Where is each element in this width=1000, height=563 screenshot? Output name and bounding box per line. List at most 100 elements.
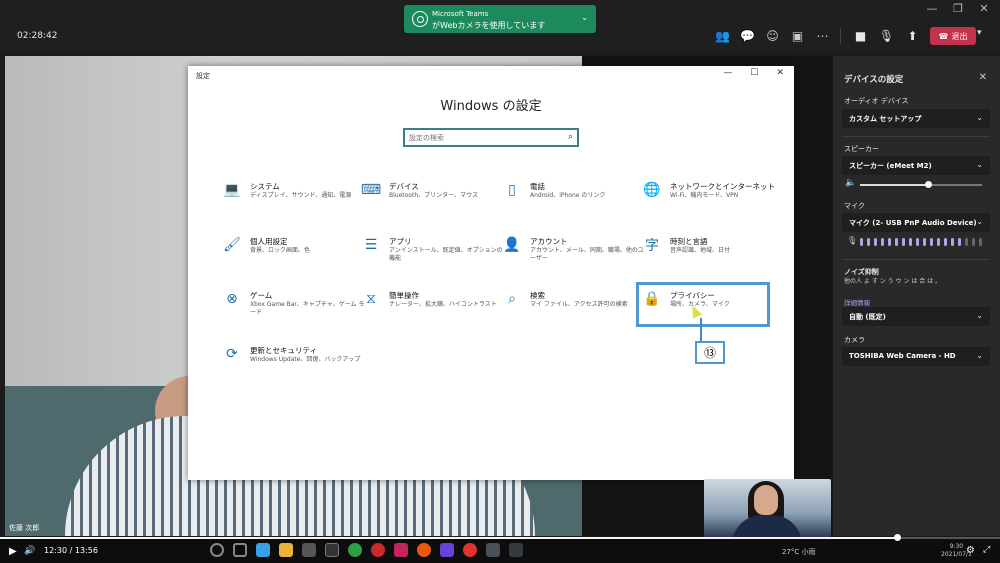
mic-level-bar xyxy=(923,238,926,246)
app-icon[interactable] xyxy=(463,543,477,557)
app-icon[interactable] xyxy=(325,543,339,557)
mic-level-bar xyxy=(902,238,905,246)
mic-level-bar xyxy=(867,238,870,246)
tile-update-security[interactable]: ⟳ 更新とセキュリティ Windows Update、回復、バックアップ xyxy=(222,344,362,384)
settings-search-input[interactable] xyxy=(409,131,559,144)
audio-device-select[interactable]: カスタム セットアップ ⌄ xyxy=(842,109,990,128)
edge-icon[interactable] xyxy=(256,543,270,557)
slider-knob[interactable] xyxy=(925,181,933,188)
search-icon: ⌕ xyxy=(567,132,573,142)
chrome-icon[interactable] xyxy=(348,543,362,557)
play-icon[interactable]: ▶ xyxy=(9,546,17,557)
app-icon[interactable] xyxy=(486,543,500,557)
speaker-label: スピーカー xyxy=(844,145,879,153)
leave-options-chevron-icon[interactable]: ▾ xyxy=(977,28,982,38)
mic-level-bar xyxy=(944,238,947,246)
tile-title: 更新とセキュリティ xyxy=(250,346,318,355)
firefox-icon[interactable] xyxy=(417,543,431,557)
chevron-down-icon: ⌄ xyxy=(976,351,983,360)
tile-system[interactable]: 💻 システム ディスプレイ、サウンド、通知、電源 xyxy=(222,180,362,220)
settings-search-box[interactable]: ⌕ xyxy=(403,128,579,147)
current-time: 12:30 xyxy=(44,546,68,555)
close-icon[interactable]: ✕ xyxy=(979,72,987,83)
laptop-icon: 💻 xyxy=(223,182,241,198)
xbox-icon: ⊗ xyxy=(226,291,238,307)
minimize-icon[interactable]: — xyxy=(723,68,732,78)
tile-ease-of-access[interactable]: ⧖ 簡単操作 ナレーター、拡大鏡、ハイコントラスト xyxy=(361,289,501,329)
task-view-icon[interactable] xyxy=(233,543,247,557)
close-icon[interactable]: ✕ xyxy=(978,2,990,15)
settings-window-title: 設定 xyxy=(196,72,210,80)
tile-personalization[interactable]: 🖌 個人用設定 背景、ロック画面、色 xyxy=(222,235,362,275)
tile-devices[interactable]: ⌨ デバイス Bluetooth、プリンター、マウス xyxy=(361,180,501,220)
share-screen-icon[interactable]: ⬆ xyxy=(904,27,921,44)
search-circle-icon[interactable] xyxy=(210,543,224,557)
weather-tray[interactable]: 27°C 小雨 xyxy=(782,547,816,557)
tile-title: 時刻と言語 xyxy=(670,237,708,246)
more-options-icon[interactable]: ⋯ xyxy=(814,27,831,44)
participants-icon[interactable]: 👥 xyxy=(714,27,731,44)
tile-description: 音声認識、地域、日付 xyxy=(670,247,731,254)
speaker-value: スピーカー (eMeet M2) xyxy=(849,162,932,170)
noise-suppression-select[interactable]: 自動 (既定) ⌄ xyxy=(842,307,990,326)
mic-level-bar xyxy=(972,238,975,246)
mic-level-bar xyxy=(951,238,954,246)
teams-icon[interactable] xyxy=(440,543,454,557)
noise-suppression-value: 自動 (既定) xyxy=(849,313,886,321)
camera-in-use-toast[interactable]: Microsoft Teams がWebカメラを使用しています ⌄ xyxy=(404,5,596,33)
mic-select[interactable]: マイク (2- USB PnP Audio Device) ⌄ xyxy=(842,213,990,232)
apps-list-icon: ☰ xyxy=(364,237,378,253)
microphone-icon[interactable]: 🎙 xyxy=(878,27,895,44)
playback-progress-bar[interactable] xyxy=(0,534,1000,541)
tile-network[interactable]: 🌐 ネットワークとインターネット Wi-Fi、機内モード、VPN xyxy=(642,180,782,220)
chevron-down-icon: ⌄ xyxy=(976,160,983,169)
app-icon[interactable] xyxy=(302,543,316,557)
leave-button[interactable]: ☎ 退出 xyxy=(930,27,976,45)
app-icon[interactable] xyxy=(394,543,408,557)
settings-icon[interactable] xyxy=(509,543,523,557)
mic-level-bar xyxy=(930,238,933,246)
tile-apps[interactable]: ☰ アプリ アンインストール、既定値、オプションの機能 xyxy=(361,235,503,275)
tile-description: 背景、ロック画面、色 xyxy=(250,247,311,254)
toast-message: がWebカメラを使用しています xyxy=(432,21,546,30)
tile-time-language[interactable]: 字 時刻と言語 音声認識、地域、日付 xyxy=(642,235,782,275)
tile-title: 簡単操作 xyxy=(389,291,419,300)
learn-more-link[interactable]: 詳細情報 xyxy=(844,297,870,307)
duration: 13:56 xyxy=(74,546,98,555)
chat-icon[interactable]: 💬 xyxy=(739,27,756,44)
reactions-icon[interactable]: ☺ xyxy=(764,27,781,44)
speaker-select[interactable]: スピーカー (eMeet M2) ⌄ xyxy=(842,156,990,175)
chevron-down-icon[interactable]: ⌄ xyxy=(581,13,588,22)
tile-description: Bluetooth、プリンター、マウス xyxy=(389,192,479,199)
mic-level-bar xyxy=(965,238,968,246)
maximize-icon[interactable]: ☐ xyxy=(750,68,758,78)
volume-icon[interactable]: 🔊 xyxy=(24,546,35,556)
tile-search[interactable]: ⌕ 検索 マイ ファイル、アクセス許可の検索 xyxy=(502,289,642,329)
mic-level-meter xyxy=(860,238,982,246)
playback-time: 12:30 / 13:56 xyxy=(44,546,98,555)
mic-level-bar xyxy=(909,238,912,246)
fullscreen-icon[interactable]: ⤢ xyxy=(983,545,990,555)
tile-accounts[interactable]: 👤 アカウント アカウント、メール、同期、職場、他のユーザー xyxy=(502,235,644,275)
tile-description: アンインストール、既定値、オプションの機能 xyxy=(389,247,503,262)
self-view-video[interactable] xyxy=(704,479,831,537)
tile-phone[interactable]: ▯ 電話 Android、iPhone のリンク xyxy=(502,180,642,220)
rooms-icon[interactable]: ▣ xyxy=(789,27,806,44)
progress-knob[interactable] xyxy=(894,534,901,541)
keyboard-icon: ⌨ xyxy=(360,182,382,198)
folder-icon[interactable] xyxy=(279,543,293,557)
close-icon[interactable]: ✕ xyxy=(776,68,784,78)
speaker-volume-slider[interactable] xyxy=(860,181,982,188)
camera-label: カメラ xyxy=(844,336,865,344)
gear-icon[interactable]: ⚙ xyxy=(966,545,975,556)
windows-settings-window: 設定 — ☐ ✕ Windows の設定 ⌕ 💻 システム ディスプレイ、サウン… xyxy=(188,66,794,480)
device-settings-panel: デバイスの設定 ✕ オーディオ デバイス カスタム セットアップ ⌄ スピーカー… xyxy=(833,56,1000,536)
restore-icon[interactable]: ❐ xyxy=(952,2,964,15)
camera-icon[interactable]: ■ xyxy=(852,27,869,44)
app-icon[interactable] xyxy=(371,543,385,557)
tile-description: マイ ファイル、アクセス許可の検索 xyxy=(530,301,628,308)
camera-select[interactable]: TOSHIBA Web Camera - HD ⌄ xyxy=(842,347,990,366)
brush-icon: 🖌 xyxy=(223,237,241,253)
minimize-icon[interactable]: — xyxy=(926,2,938,15)
tile-gaming[interactable]: ⊗ ゲーム Xbox Game Bar、キャプチャ、ゲーム モード xyxy=(222,289,364,329)
